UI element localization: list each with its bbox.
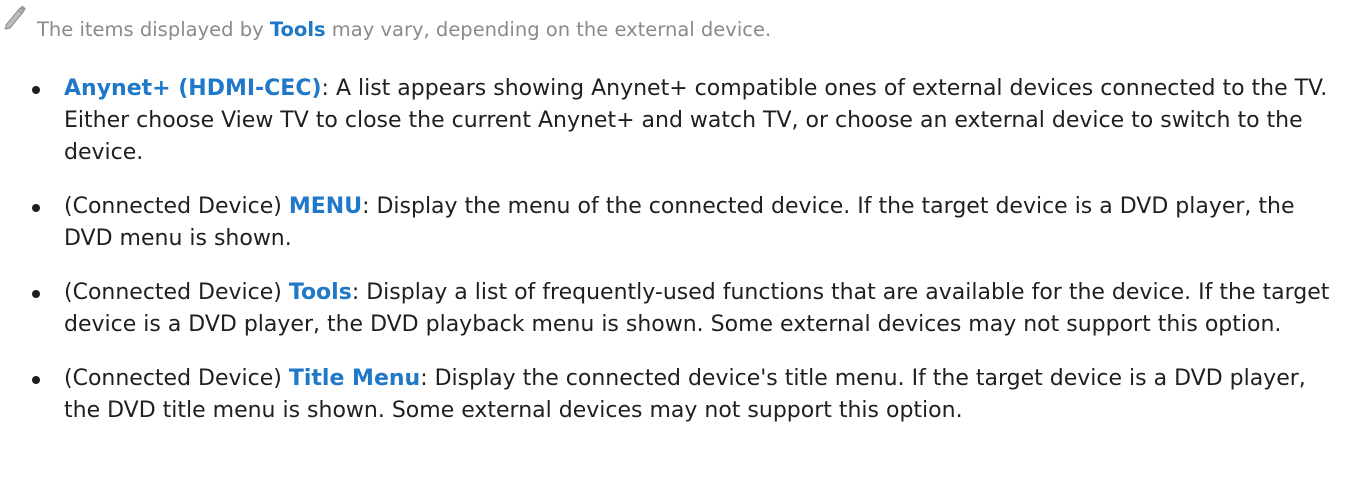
bullet-dot <box>32 376 40 384</box>
bullet-dot <box>32 204 40 212</box>
bullet-term: Anynet+ (HDMI-CEC) <box>64 76 322 101</box>
bullet-item-menu: (Connected Device) MENU: Display the men… <box>0 191 1340 255</box>
bullet-term: MENU <box>288 194 363 219</box>
note-term: Tools <box>269 18 326 41</box>
bullet-prefix: (Connected Device) <box>64 280 289 305</box>
bullet-prefix: (Connected Device) <box>64 366 289 391</box>
bullet-dot <box>32 290 40 298</box>
note-text: The items displayed by Tools may vary, d… <box>37 18 771 41</box>
bullet-item-tools: (Connected Device) Tools: Display a list… <box>0 277 1340 341</box>
bullet-prefix: (Connected Device) <box>64 194 289 219</box>
bullet-item-anynet: Anynet+ (HDMI-CEC): A list appears showi… <box>0 73 1340 169</box>
bullet-term: Tools <box>288 280 352 305</box>
note-after: may vary, depending on the external devi… <box>325 18 772 41</box>
bullet-list: Anynet+ (HDMI-CEC): A list appears showi… <box>0 73 1340 427</box>
bullet-dot <box>32 86 40 94</box>
note-before: The items displayed by <box>37 18 270 41</box>
note: The items displayed by Tools may vary, d… <box>0 4 1340 44</box>
pencil-icon <box>4 5 26 30</box>
bullet-term: Title Menu <box>288 366 421 391</box>
bullet-item-title-menu: (Connected Device) Title Menu: Display t… <box>0 363 1340 427</box>
